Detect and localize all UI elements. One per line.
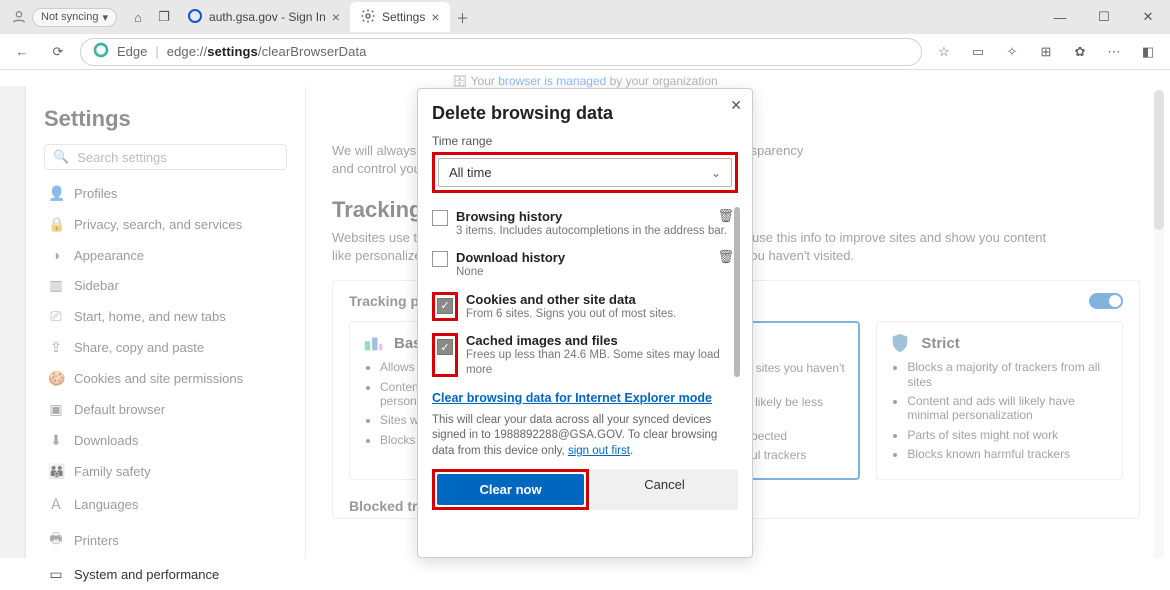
list-item[interactable]: Browsing history 3 items. Includes autoc…	[432, 205, 738, 246]
profile-icon: 👤	[48, 185, 64, 202]
back-button[interactable]: ←	[8, 38, 36, 66]
time-range-value: All time	[449, 165, 492, 180]
sync-note: This will clear your data across all you…	[432, 413, 738, 460]
search-placeholder: Search settings	[77, 150, 167, 165]
url-text: edge://settings/clearBrowserData	[167, 44, 367, 59]
sidebar-item-downloads[interactable]: ⬇Downloads	[44, 425, 287, 456]
sidebar-item-profiles[interactable]: 👤Profiles	[44, 178, 287, 209]
sidebar-item-family[interactable]: 👪Family safety	[44, 456, 287, 487]
settings-sidebar: Settings 🔍 Search settings 👤Profiles 🔒Pr…	[26, 86, 306, 558]
page-title: Settings	[44, 106, 287, 132]
basic-badge-icon	[362, 332, 384, 354]
sync-status-pill[interactable]: Not syncing ▾	[32, 8, 117, 27]
chevron-down-icon: ⌄	[711, 166, 721, 180]
refresh-button[interactable]: ⟳	[44, 38, 72, 66]
minimize-button[interactable]: —	[1038, 0, 1082, 34]
shield-icon	[889, 332, 911, 354]
separator: |	[155, 44, 158, 59]
list-item[interactable]: Download history None 🗑	[432, 246, 738, 287]
browser-icon: ▣	[48, 401, 64, 418]
sidebar-item-printers[interactable]: 🖶Printers	[44, 521, 287, 559]
sign-out-link[interactable]: sign out first	[568, 445, 630, 457]
sidebar-item-share[interactable]: ⇪Share, copy and paste	[44, 332, 287, 363]
collections-icon[interactable]: ⊞	[1032, 38, 1060, 66]
toolbar-right: ☆ ▭ ✧ ⊞ ✿ ⋯ ◧	[930, 38, 1162, 66]
sidebar-icon: ▥	[48, 277, 64, 294]
list-item[interactable]: ✓ Cookies and other site data From 6 sit…	[432, 288, 738, 329]
data-type-list: Browsing history 3 items. Includes autoc…	[432, 205, 738, 385]
download-icon: ⬇	[48, 432, 64, 449]
scrollbar[interactable]	[1154, 90, 1164, 558]
reading-list-icon[interactable]: ▭	[964, 38, 992, 66]
window-controls: — ☐ ✕	[1038, 0, 1170, 34]
sidebar-item-privacy[interactable]: 🔒Privacy, search, and services	[44, 209, 287, 240]
sync-status-label: Not syncing	[41, 11, 98, 23]
left-gutter	[0, 86, 26, 558]
chevron-down-icon: ▾	[102, 11, 108, 24]
ie-mode-link[interactable]: Clear browsing data for Internet Explore…	[432, 391, 712, 405]
dialog-title: Delete browsing data	[432, 103, 738, 124]
close-window-button[interactable]: ✕	[1126, 0, 1170, 34]
close-dialog-button[interactable]: ✕	[730, 97, 742, 114]
sidebar-list: 👤Profiles 🔒Privacy, search, and services…	[44, 178, 287, 590]
window-titlebar: Not syncing ▾ ⌂ ❐ auth.gsa.gov - Sign In…	[0, 0, 1170, 34]
search-settings-input[interactable]: 🔍 Search settings	[44, 144, 287, 170]
login-favicon-icon	[187, 8, 203, 27]
sidebar-item-system[interactable]: ▭System and performance	[44, 559, 287, 590]
favorite-star-icon[interactable]: ☆	[930, 38, 958, 66]
search-icon: 🔍	[53, 149, 69, 165]
close-icon[interactable]: ×	[431, 9, 439, 25]
printer-icon: 🖶	[48, 528, 64, 552]
cookies-icon: 🍪	[48, 370, 64, 387]
extensions-icon[interactable]: ✿	[1066, 38, 1094, 66]
more-menu-icon[interactable]: ⋯	[1100, 38, 1128, 66]
list-item[interactable]: ✓ Cached images and files Frees up less …	[432, 329, 738, 385]
cancel-button[interactable]: Cancel	[591, 469, 738, 510]
clear-now-button[interactable]: Clear now	[437, 474, 584, 505]
edge-logo-icon	[93, 42, 109, 61]
engine-label: Edge	[117, 44, 147, 59]
time-range-label: Time range	[432, 134, 738, 148]
browser-tab[interactable]: auth.gsa.gov - Sign In ×	[177, 2, 350, 32]
split-screen-icon[interactable]: ◧	[1134, 38, 1162, 66]
lock-icon: 🔒	[48, 216, 64, 233]
new-tab-button[interactable]: ＋	[450, 4, 476, 30]
tab-label: auth.gsa.gov - Sign In	[209, 10, 326, 24]
checkbox-cookies[interactable]: ✓	[437, 298, 453, 314]
checkbox-browsing-history[interactable]	[432, 210, 448, 226]
address-bar[interactable]: Edge | edge://settings/clearBrowserData	[80, 38, 922, 66]
trash-icon[interactable]: 🗑	[717, 208, 734, 224]
browser-tab[interactable]: Settings ×	[350, 2, 450, 32]
tracking-toggle[interactable]	[1089, 293, 1123, 309]
languages-icon: Ａ	[48, 494, 64, 514]
browser-toolbar: ← ⟳ Edge | edge://settings/clearBrowserD…	[0, 34, 1170, 70]
home-icon: ⎚	[48, 308, 64, 325]
family-icon: 👪	[48, 463, 64, 480]
scrollbar-thumb[interactable]	[1154, 90, 1164, 230]
appearance-icon: ◑	[48, 247, 64, 263]
tab-label: Settings	[382, 10, 425, 24]
sidebar-item-start[interactable]: ⎚Start, home, and new tabs	[44, 301, 287, 332]
favorites-icon[interactable]: ✧	[998, 38, 1026, 66]
maximize-button[interactable]: ☐	[1082, 0, 1126, 34]
sidebar-item-appearance[interactable]: ◑Appearance	[44, 240, 287, 270]
home-icon[interactable]: ⌂	[125, 4, 151, 30]
sidebar-item-default-browser[interactable]: ▣Default browser	[44, 394, 287, 425]
clear-data-dialog: ✕ Delete browsing data Time range All ti…	[417, 88, 753, 558]
close-icon[interactable]: ×	[332, 9, 340, 25]
gear-favicon-icon	[360, 8, 376, 27]
sidebar-item-languages[interactable]: ＡLanguages	[44, 487, 287, 521]
checkbox-download-history[interactable]	[432, 251, 448, 267]
time-range-select[interactable]: All time ⌄	[438, 158, 732, 187]
share-icon: ⇪	[48, 339, 64, 356]
sidebar-item-sidebar[interactable]: ▥Sidebar	[44, 270, 287, 301]
workspaces-icon[interactable]: ❐	[151, 4, 177, 30]
trash-icon[interactable]: 🗑	[717, 249, 734, 265]
profile-avatar-icon[interactable]	[6, 4, 32, 30]
checkbox-cache[interactable]: ✓	[437, 339, 453, 355]
system-icon: ▭	[48, 566, 64, 583]
sidebar-item-cookies[interactable]: 🍪Cookies and site permissions	[44, 363, 287, 394]
profile-strict[interactable]: Strict Blocks a majority of trackers fro…	[876, 321, 1123, 479]
